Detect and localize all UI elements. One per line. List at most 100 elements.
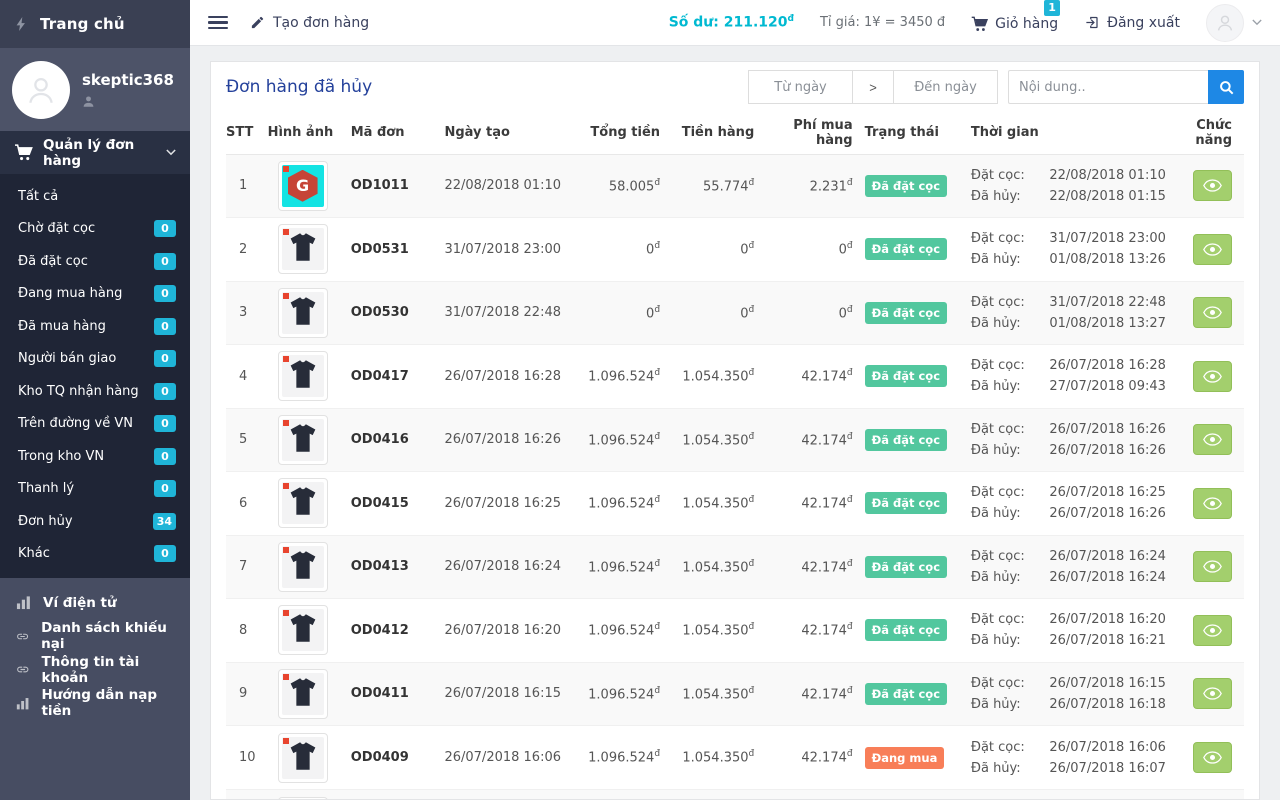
eye-icon <box>1203 179 1222 192</box>
product-thumbnail[interactable] <box>277 732 328 783</box>
order-code: OD0417 <box>350 344 445 408</box>
order-status-cell: Đã đặt cọc <box>853 154 961 218</box>
order-index: 2 <box>226 217 268 281</box>
table-row: 3 OD0530 31/07/2018 22:48 0đ 0đ 0đ Đã đặ… <box>226 280 1244 345</box>
order-image-cell <box>267 471 351 535</box>
order-actions-cell <box>1165 661 1244 726</box>
product-thumbnail[interactable] <box>277 668 328 719</box>
col-actions: Chức năng <box>1165 112 1244 155</box>
exchange-rate: Tỉ giá: 1¥ = 3450 đ <box>819 15 946 30</box>
view-order-button[interactable] <box>1193 297 1232 329</box>
sidebar-submenu-item[interactable]: Thanh lý 0 <box>0 473 190 506</box>
user-block[interactable]: skeptic368 <box>0 48 190 131</box>
product-thumbnail[interactable] <box>277 478 328 529</box>
order-created: 31/07/2018 23:00 <box>444 217 563 281</box>
shirt-image <box>283 736 322 779</box>
view-order-button[interactable] <box>1193 487 1232 519</box>
order-total: 0đ <box>562 280 661 345</box>
product-thumbnail[interactable] <box>277 605 328 656</box>
menu-order-management[interactable]: Quản lý đơn hàng <box>0 131 190 174</box>
app-root: Trang chủ skeptic368 Quản lý đơn hàng Tấ… <box>0 0 1280 800</box>
order-status-cell: Đã đặt cọc <box>852 471 961 535</box>
view-order-button[interactable] <box>1193 678 1232 710</box>
sidebar-submenu-item[interactable]: Trong kho VN 0 <box>0 440 190 473</box>
col-created: Ngày tạo <box>444 112 563 155</box>
to-date-input[interactable] <box>893 70 998 104</box>
view-order-button[interactable] <box>1193 614 1232 646</box>
product-thumbnail[interactable] <box>277 287 328 338</box>
balance: Số dư: 211.120đ <box>668 14 794 31</box>
sidebar-submenu-item[interactable]: Đơn hủy 34 <box>0 505 190 538</box>
view-order-button[interactable] <box>1193 742 1232 773</box>
order-goods-amount: 1.054.350đ <box>660 661 755 726</box>
sidebar-home[interactable]: Trang chủ <box>0 0 190 48</box>
sidebar-link-item[interactable]: Ví điện tử <box>0 586 190 620</box>
sidebar-submenu-item[interactable]: Đã đặt cọc 0 <box>0 245 190 278</box>
table-row: 4 OD0417 26/07/2018 16:28 1.096.524đ 1.0… <box>226 344 1244 408</box>
sidebar-submenu-item[interactable]: Đang mua hàng 0 <box>0 278 190 311</box>
order-actions-cell <box>1165 534 1244 599</box>
eye-icon <box>1203 497 1222 510</box>
order-index: 8 <box>226 598 268 662</box>
col-status: Trạng thái <box>852 112 961 155</box>
table-row: 8 OD0412 26/07/2018 16:20 1.096.524đ 1.0… <box>226 598 1244 662</box>
cart-button[interactable]: Giỏ hàng 1 <box>971 0 1061 32</box>
order-index: 9 <box>226 661 268 726</box>
logout-button[interactable]: Đăng xuất <box>1084 15 1180 31</box>
create-order-button[interactable]: Tạo đơn hàng <box>250 15 369 31</box>
order-code: OD0413 <box>350 534 445 599</box>
product-thumbnail[interactable] <box>277 351 328 402</box>
status-badge: Đã đặt cọc <box>864 492 948 515</box>
link-icon <box>17 666 29 673</box>
order-created: 31/07/2018 22:48 <box>444 280 563 345</box>
sidebar-submenu-item[interactable]: Kho TQ nhận hàng 0 <box>0 375 190 408</box>
hamburger-menu-icon[interactable] <box>208 15 228 30</box>
from-date-input[interactable] <box>748 70 853 104</box>
date-range-arrow[interactable]: > <box>853 70 893 104</box>
cart-count-badge: 1 <box>1044 0 1061 16</box>
order-code: OD0411 <box>350 661 445 726</box>
col-image: Hình ảnh <box>267 112 351 155</box>
search-input[interactable] <box>1008 70 1208 104</box>
sidebar-link-item[interactable]: Hướng dẫn nạp tiền <box>0 687 190 721</box>
order-actions-cell <box>1165 407 1244 472</box>
product-thumbnail[interactable] <box>277 224 328 275</box>
order-actions-cell <box>1165 344 1244 408</box>
eye-icon <box>1203 306 1222 319</box>
shirt-image <box>283 545 322 588</box>
profile-dropdown[interactable] <box>1206 3 1262 42</box>
sidebar-submenu-item[interactable]: Khác 0 <box>0 538 190 571</box>
sidebar-submenu-item[interactable]: Tất cả <box>0 180 190 213</box>
order-total: 1.096.524đ <box>562 598 661 662</box>
order-image-cell <box>267 725 351 789</box>
status-badge: Đã đặt cọc <box>864 238 948 261</box>
new-flag <box>282 165 289 172</box>
order-status-cell: Đã đặt cọc <box>852 407 961 472</box>
bar-chart-icon <box>16 596 30 610</box>
product-thumbnail[interactable] <box>277 541 328 592</box>
view-order-button[interactable] <box>1193 360 1232 392</box>
view-order-button[interactable] <box>1193 551 1232 583</box>
view-order-button[interactable] <box>1193 233 1232 265</box>
status-badge: Đã đặt cọc <box>864 555 948 578</box>
cancelled-orders-panel: Đơn hàng đã hủy > <box>210 61 1260 800</box>
sidebar-link-item[interactable]: Thông tin tài khoản <box>0 653 190 687</box>
view-order-button[interactable] <box>1193 424 1232 456</box>
col-stt: STT <box>226 112 268 155</box>
count-badge: 0 <box>154 220 176 238</box>
count-badge: 0 <box>154 252 176 270</box>
order-purchase-fee: 42.174đ <box>754 725 853 789</box>
sidebar-submenu-item[interactable]: Trên đường về VN 0 <box>0 408 190 441</box>
sidebar-link-item[interactable]: Danh sách khiếu nại <box>0 620 190 654</box>
sidebar-submenu-item[interactable]: Chờ đặt cọc 0 <box>0 213 190 246</box>
sidebar-submenu-item[interactable]: Người bán giao 0 <box>0 343 190 376</box>
sidebar-submenu-item[interactable]: Đã mua hàng 0 <box>0 310 190 343</box>
view-order-button[interactable] <box>1193 170 1232 202</box>
order-purchase-fee: 0đ <box>754 280 853 345</box>
product-thumbnail[interactable]: G <box>277 160 328 211</box>
product-thumbnail[interactable] <box>277 414 328 465</box>
search-button[interactable] <box>1208 70 1244 104</box>
order-actions-cell <box>1165 280 1244 345</box>
col-time: Thời gian <box>960 112 1166 155</box>
topbar: Tạo đơn hàng Số dư: 211.120đ Tỉ giá: 1¥ … <box>190 0 1280 46</box>
